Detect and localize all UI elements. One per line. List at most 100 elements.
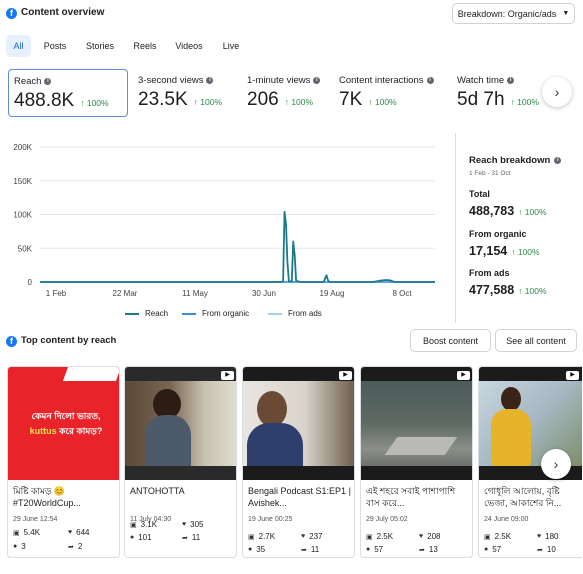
tab-stories[interactable]: Stories: [80, 35, 120, 57]
stat-value: 644: [76, 528, 90, 537]
share-icon: ➦: [301, 546, 307, 554]
stat-comments: ● 3: [13, 542, 26, 551]
stat-value: 237: [309, 532, 323, 541]
stat-reach: ▣ 2.5K: [366, 532, 393, 541]
metric-watch-time[interactable]: Watch time i 5d 7h ↑ 100%: [452, 69, 547, 117]
breakdown-change: ↑ 100%: [518, 286, 547, 296]
share-icon: ➦: [419, 546, 425, 554]
content-thumbnail: ▶: [361, 367, 472, 480]
reach-icon: ▣: [130, 521, 137, 529]
legend-swatch: [182, 312, 196, 315]
y-tick-label: 100K: [13, 211, 32, 220]
content-date: 24 June 09:00: [484, 516, 529, 523]
tab-posts[interactable]: Posts: [38, 35, 72, 57]
content-title: গোধূলি আলোয়, বৃষ্টি ভেজা, আকাশের নি...: [484, 486, 562, 508]
stat-likes: ♥ 208: [419, 532, 441, 541]
stat-value: 10: [546, 545, 556, 554]
divider: [455, 133, 456, 323]
breakdown-dropdown[interactable]: Breakdown: Organic/ads ▼: [452, 3, 575, 24]
stat-value: 3: [21, 542, 26, 551]
stat-value: 2.7K: [258, 532, 276, 541]
breakdown-dropdown-label: Breakdown: Organic/ads: [457, 8, 557, 19]
legend-reach[interactable]: Reach: [125, 309, 168, 318]
content-card[interactable]: কেমন দিলো ভারত, kuttus করে কামড়? মিষ্টি…: [7, 366, 120, 558]
share-icon: ➦: [182, 534, 188, 542]
stat-value: 2: [77, 542, 83, 551]
breakdown-ads-value: 477,588 ↑ 100%: [469, 283, 547, 297]
content-title: এই শহরে সবাই পাশাপাশি বাস করে...: [366, 486, 456, 508]
stat-value: 57: [374, 545, 384, 554]
boost-content-button[interactable]: Boost content: [410, 329, 491, 352]
see-all-content-button[interactable]: See all content: [495, 329, 577, 352]
comment-icon: ●: [130, 534, 135, 541]
comment-icon: ●: [484, 546, 489, 553]
stat-shares: ➦ 11: [301, 545, 319, 554]
breakdown-date-range: 1 Feb - 31 Oct: [469, 170, 511, 177]
metrics-next-button[interactable]: ›: [542, 77, 572, 107]
tab-all[interactable]: All: [6, 35, 31, 57]
x-tick-label: 1 Feb: [46, 289, 67, 298]
metric-1-minute-views[interactable]: 1-minute views i 206 ↑ 100%: [242, 69, 332, 117]
tab-reels[interactable]: Reels: [128, 35, 162, 57]
tab-videos[interactable]: Videos: [168, 35, 210, 57]
stat-value: 3.1K: [140, 520, 158, 529]
content-date: 29 June 12:54: [13, 516, 58, 523]
breakdown-change: ↑ 100%: [511, 247, 540, 257]
tab-live[interactable]: Live: [216, 35, 246, 57]
metric-change: ↑ 100%: [284, 97, 314, 107]
stat-reach: ▣ 5.4K: [13, 528, 40, 537]
x-tick-label: 30 Jun: [252, 289, 276, 298]
share-icon: ➦: [68, 543, 74, 551]
metric-3-second-views[interactable]: 3-second views i 23.5K ↑ 100%: [133, 69, 238, 117]
heart-icon: ♥: [301, 533, 306, 540]
metric-change: ↑ 100%: [368, 97, 397, 107]
stat-value: 101: [138, 533, 152, 542]
metric-label: Watch time: [457, 75, 505, 86]
info-icon: i: [206, 77, 214, 84]
reach-icon: ▣: [248, 533, 255, 541]
stat-value: 35: [256, 545, 266, 554]
stat-comments: ● 101: [130, 533, 152, 542]
content-date: 19 June 00:25: [248, 516, 293, 523]
legend-from-ads[interactable]: From ads: [268, 309, 322, 318]
content-card[interactable]: ▶ এই শহরে সবাই পাশাপাশি বাস করে... 29 Ju…: [360, 366, 473, 558]
breakdown-organic-value: 17,154 ↑ 100%: [469, 244, 540, 258]
cards-next-button[interactable]: ›: [541, 449, 571, 479]
facebook-icon: f: [6, 336, 17, 347]
stat-value: 208: [427, 532, 441, 541]
breakdown-total-label: Total: [469, 189, 490, 199]
breakdown-value-text: 477,588: [469, 283, 515, 297]
stat-comments: ● 57: [484, 545, 501, 554]
chevron-right-icon: ›: [554, 84, 560, 100]
facebook-icon: f: [6, 8, 17, 19]
breakdown-title: Reach breakdown i: [469, 155, 562, 166]
reach-icon: ▣: [366, 533, 373, 541]
legend-swatch: [268, 312, 282, 315]
content-date: 29 July 05:02: [366, 516, 408, 523]
share-icon: ➦: [537, 546, 543, 554]
reach-icon: ▣: [13, 529, 20, 537]
legend-swatch: [125, 312, 139, 315]
metric-label: 3-second views: [138, 75, 204, 86]
thumbnail-figure: [145, 415, 191, 466]
stat-reach: ▣ 2.7K: [248, 532, 275, 541]
y-tick-label: 200K: [13, 143, 32, 152]
comment-icon: ●: [366, 546, 371, 553]
thumbnail-text: kuttus করে কামড়?: [12, 424, 119, 439]
metric-reach[interactable]: Reach i 488.8K ↑ 100%: [8, 69, 128, 117]
content-card[interactable]: ▶ ANTOHOTTA 11 July 04:30 ▣ 3.1K ♥ 305 ● 10…: [124, 366, 237, 558]
breakdown-value-text: 488,783: [469, 204, 515, 218]
info-icon: i: [507, 77, 515, 84]
content-thumbnail: কেমন দিলো ভারত, kuttus করে কামড়?: [8, 367, 119, 480]
legend-label: Reach: [145, 309, 169, 318]
y-tick-label: 150K: [13, 177, 32, 186]
legend-from-organic[interactable]: From organic: [182, 309, 249, 318]
comment-icon: ●: [248, 546, 253, 553]
metric-content-interactions[interactable]: Content interactions i 7K ↑ 100%: [334, 69, 450, 117]
heart-icon: ♥: [68, 529, 73, 536]
breakdown-value-text: 17,154: [469, 244, 508, 258]
video-icon: ▶: [457, 371, 470, 380]
series-line-reach: [40, 210, 435, 283]
content-card[interactable]: ▶ Bengali Podcast S1:EP1 | Avishek... 19…: [242, 366, 355, 558]
y-tick-label: 50K: [18, 244, 33, 253]
